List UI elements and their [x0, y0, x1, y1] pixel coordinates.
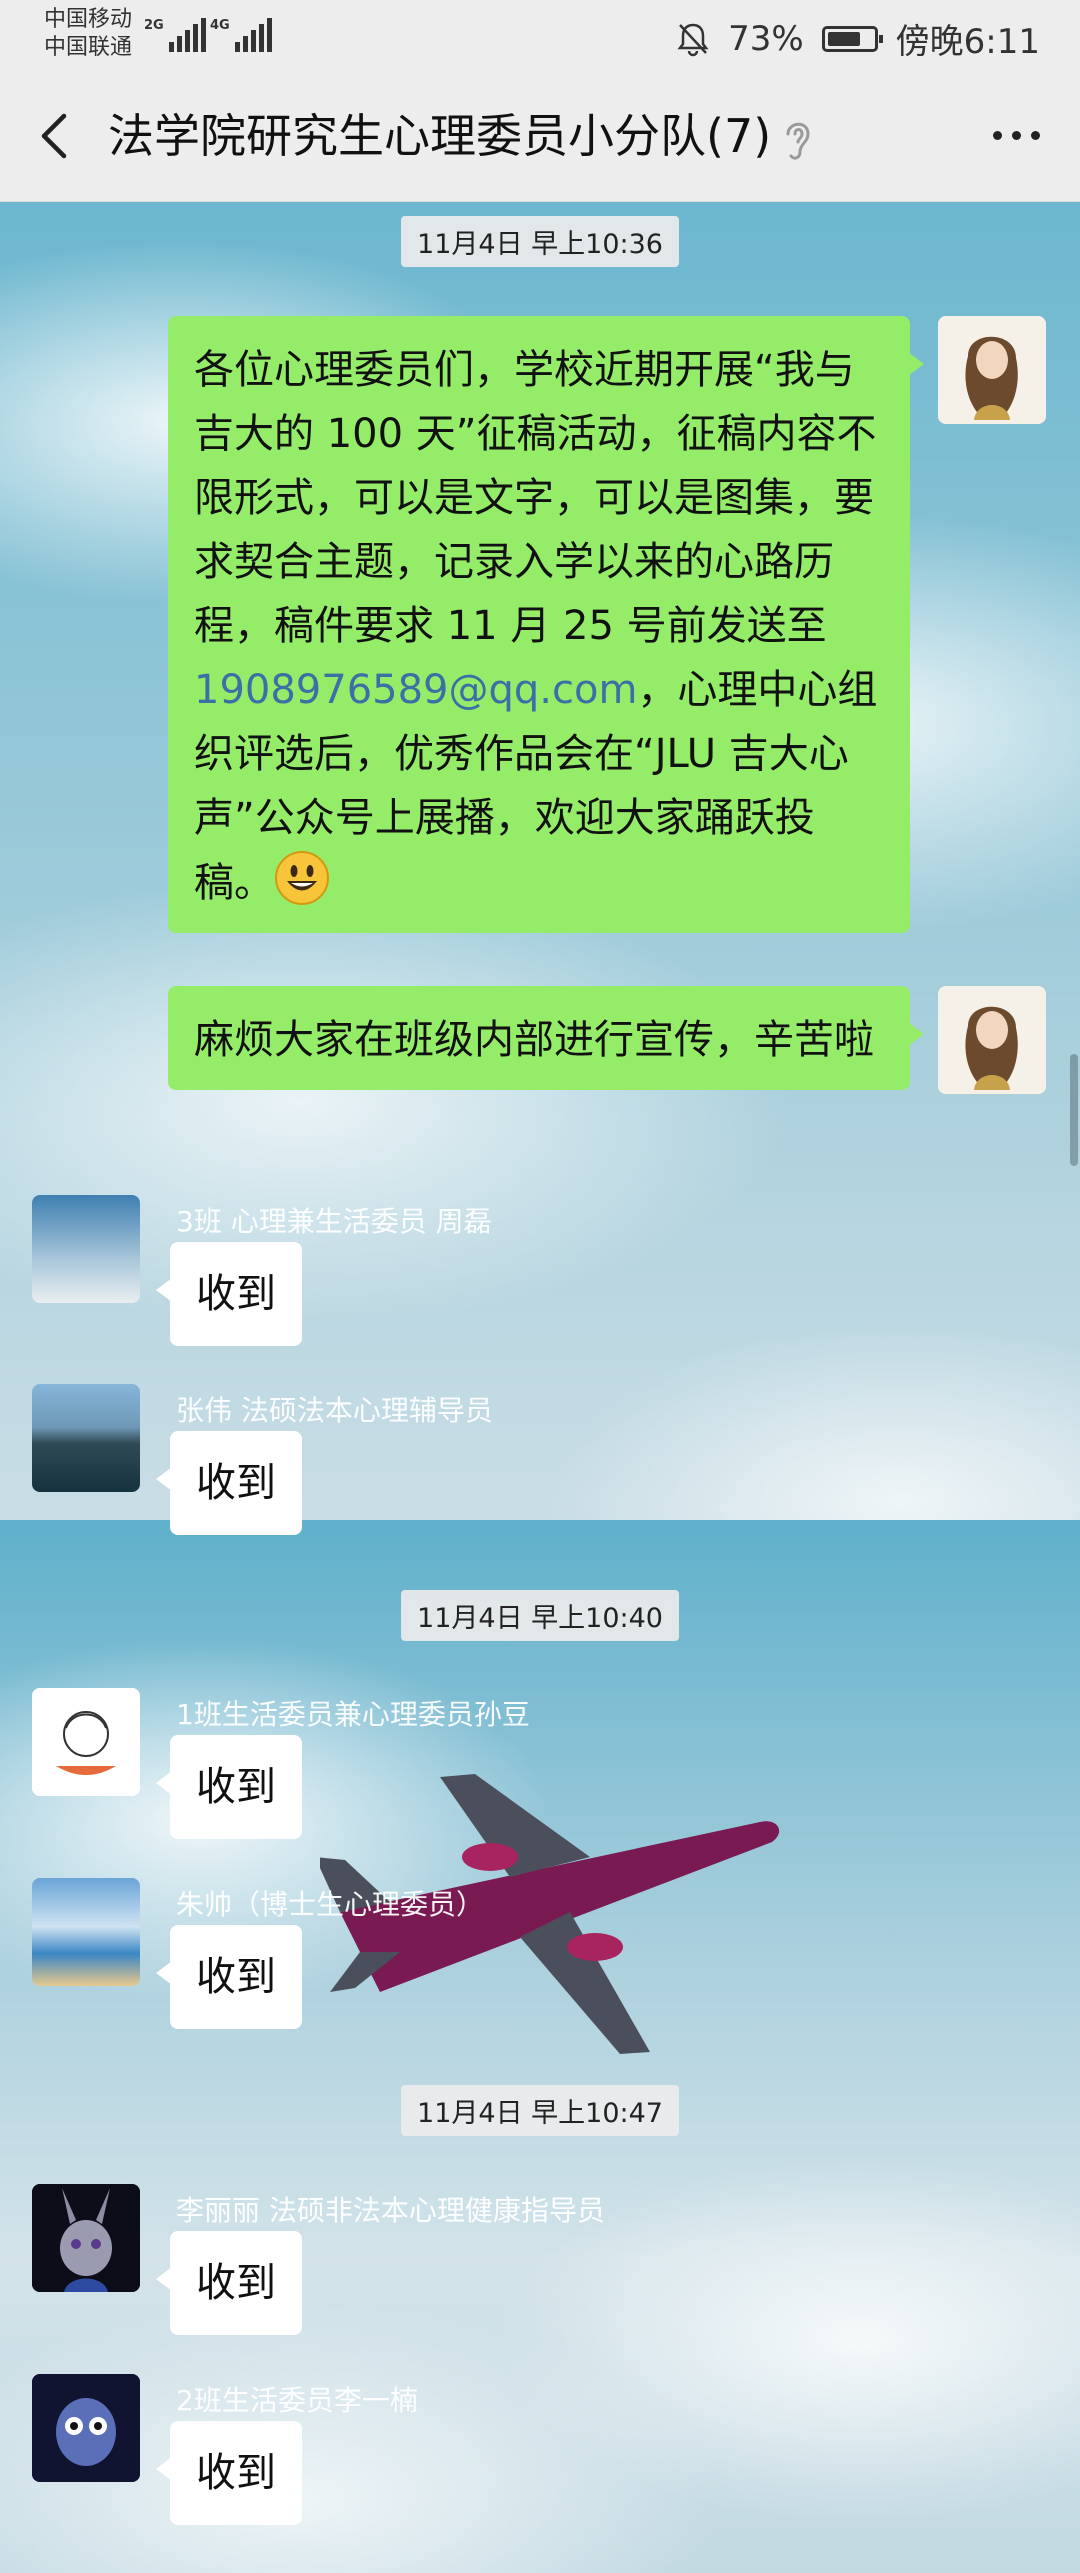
sender-name: 3班 心理兼生活委员 周磊	[176, 1205, 492, 1238]
sender-name: 张伟 法硕法本心理辅导员	[176, 1394, 493, 1427]
carrier-1: 中国移动	[44, 7, 133, 32]
ear-icon	[786, 122, 810, 160]
message-text: 收到	[196, 2260, 276, 2306]
message-text: 麻烦大家在班级内部进行宣传，辛苦啦	[194, 1017, 874, 1063]
chat-area[interactable]: 11月4日 早上10:36 各位心理委员们，学校近期开展“我与吉大的 100 天…	[0, 202, 1080, 2573]
timestamp: 11月4日 早上10:40	[401, 1590, 679, 1641]
avatar[interactable]	[32, 2184, 140, 2292]
carrier-2: 中国联通	[44, 35, 133, 60]
clock: 傍晚6:11	[895, 22, 1040, 62]
message-text: 各位心理委员们，学校近期开展“我与吉大的 100 天”征稿活动，征稿内容不限形式…	[194, 347, 877, 649]
avatar-girl-icon	[938, 986, 1046, 1094]
avatar-rabbit-icon	[32, 2184, 140, 2292]
message-text: 收到	[196, 1460, 276, 1506]
more-dots-icon[interactable]	[993, 120, 1040, 150]
sender-name: 2班生活委员李一楠	[176, 2384, 418, 2417]
avatar[interactable]	[32, 1878, 140, 1986]
battery-icon	[821, 25, 883, 52]
message-text: 收到	[196, 1764, 276, 1810]
sender-name: 1班生活委员兼心理委员孙豆	[176, 1698, 530, 1731]
message-bubble[interactable]: 收到	[156, 2231, 302, 2335]
battery-percent: 73%	[728, 18, 804, 59]
email-link[interactable]: 1908976589@qq.com	[194, 667, 637, 713]
chat-title: 法学院研究生心理委员小分队(7)	[108, 109, 772, 163]
avatar[interactable]	[938, 986, 1046, 1094]
avatar-cartoon-icon	[32, 1688, 140, 1796]
avatar[interactable]	[32, 1688, 140, 1796]
chat-header: 法学院研究生心理委员小分队(7)	[0, 70, 1080, 202]
carrier-names: 中国移动 中国联通	[44, 6, 132, 62]
signal-icon-1: 2G	[144, 18, 206, 52]
avatar-girl-icon	[938, 316, 1046, 424]
message-bubble-own[interactable]: 各位心理委员们，学校近期开展“我与吉大的 100 天”征稿活动，征稿内容不限形式…	[168, 316, 924, 933]
message-bubble[interactable]: 收到	[156, 2421, 302, 2525]
message-bubble[interactable]: 收到	[156, 1431, 302, 1535]
sender-name: 朱帅（博士生心理委员）	[176, 1888, 485, 1921]
signal-icon-2: 4G	[210, 18, 272, 52]
avatar[interactable]	[32, 1384, 140, 1492]
message-bubble-own[interactable]: 麻烦大家在班级内部进行宣传，辛苦啦	[168, 986, 924, 1090]
avatar[interactable]	[938, 316, 1046, 424]
message-text: 收到	[196, 1271, 276, 1317]
message-bubble[interactable]: 收到	[156, 1735, 302, 1839]
message-bubble[interactable]: 收到	[156, 1925, 302, 2029]
scrollbar[interactable]	[1070, 1054, 1078, 1166]
avatar[interactable]	[32, 2374, 140, 2482]
avatar[interactable]	[32, 1195, 140, 1303]
message-text: 收到	[196, 1954, 276, 2000]
smiley-emoji	[275, 851, 329, 905]
message-bubble[interactable]: 收到	[156, 1242, 302, 1346]
avatar-character-icon	[32, 2374, 140, 2482]
chevron-left-icon[interactable]	[34, 110, 74, 162]
timestamp: 11月4日 早上10:47	[401, 2085, 679, 2136]
bell-off-icon	[677, 23, 709, 56]
timestamp: 11月4日 早上10:36	[401, 216, 679, 267]
sender-name: 李丽丽 法硕非法本心理健康指导员	[176, 2194, 605, 2227]
message-text: 收到	[196, 2450, 276, 2496]
status-bar: 中国移动 中国联通 2G 4G 73% 傍晚6:11	[0, 0, 1080, 70]
